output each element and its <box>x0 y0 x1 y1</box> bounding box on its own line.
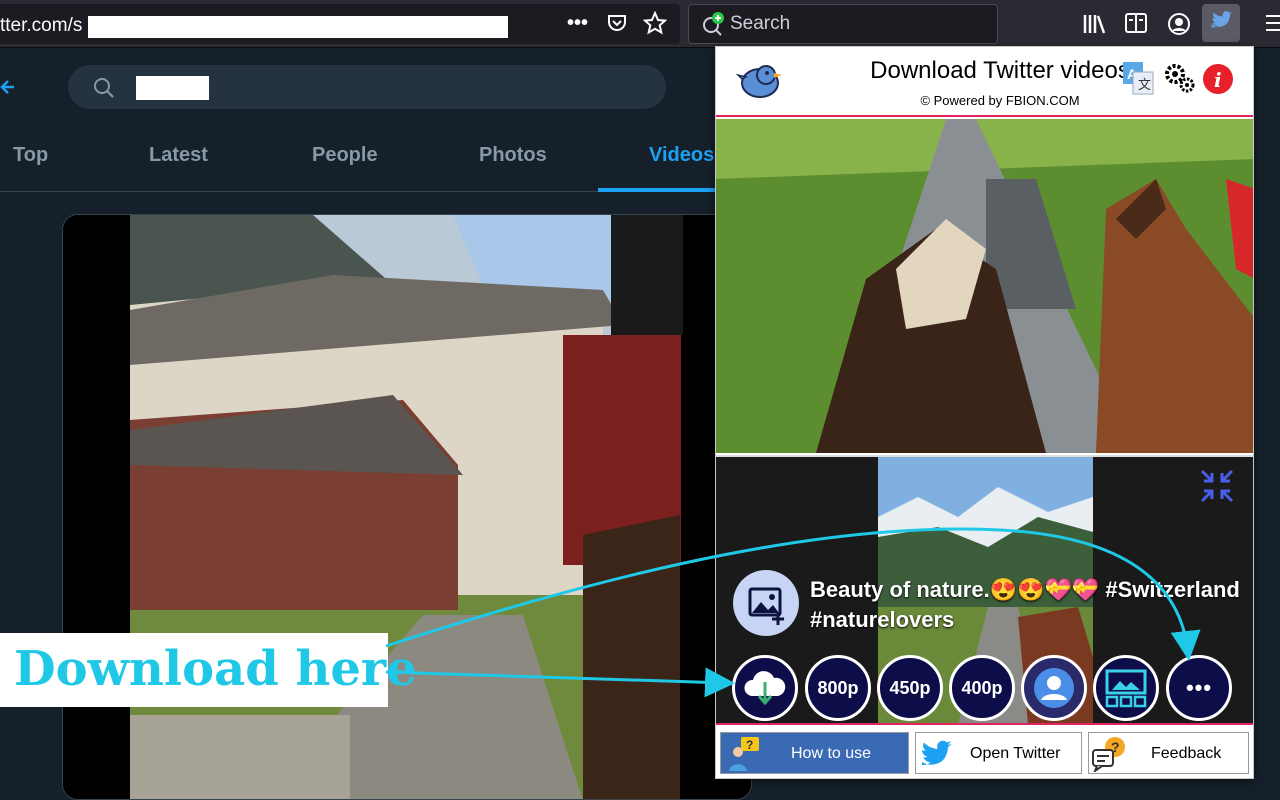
annotation-arrows <box>385 527 1201 698</box>
